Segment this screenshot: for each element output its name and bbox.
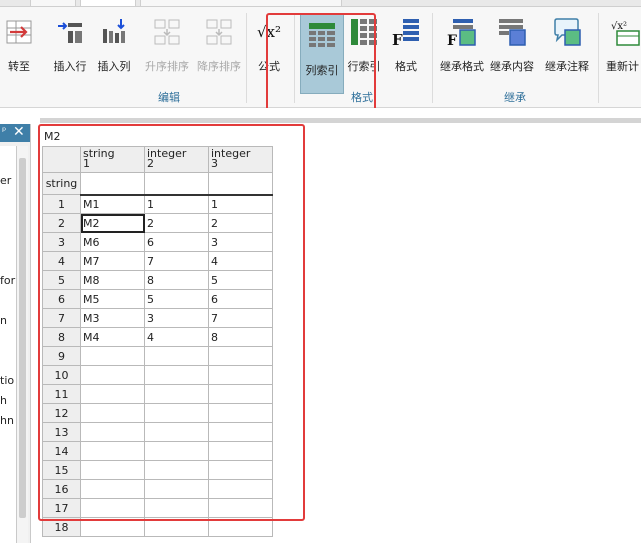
tab-strip (0, 0, 641, 7)
panel-text-fragment: for (0, 274, 16, 287)
left-panel-content: er for n tio h hn (0, 146, 17, 543)
panel-text-fragment: n (0, 314, 7, 327)
format-label: 格式 (395, 60, 417, 73)
tab-partial-1[interactable] (30, 0, 76, 7)
sort-descending-icon (206, 19, 232, 45)
insert-column-icon (103, 19, 125, 43)
group-label-inherit: 继承 (504, 91, 526, 104)
tab-partial-2[interactable] (140, 0, 342, 7)
inherit-content-button[interactable]: 继承内容 (488, 11, 536, 87)
insert-row-button[interactable]: 插入行 (50, 11, 90, 87)
inherit-format-icon: F (447, 19, 476, 47)
close-icon[interactable]: ✕ (13, 124, 25, 140)
svg-text:F: F (447, 33, 457, 47)
insert-column-button[interactable]: 插入列 (94, 11, 134, 87)
ribbon-separator (598, 13, 599, 103)
format-icon: F (392, 19, 419, 47)
goto-label: 转至 (8, 60, 30, 73)
inherit-comment-label: 继承注释 (545, 60, 589, 73)
sort-ascending-label: 升序排序 (145, 60, 189, 73)
insert-row-icon (58, 22, 82, 43)
format-button[interactable]: F 格式 (386, 11, 426, 87)
goto-button[interactable]: 转至 (0, 11, 38, 87)
panel-text-fragment: h (0, 394, 7, 407)
pin-icon[interactable]: ᵖ (2, 126, 6, 137)
panel-text-fragment: er (0, 174, 12, 187)
recalculate-label: 重新计 (606, 60, 639, 73)
scrollbar-thumb[interactable] (19, 158, 26, 518)
svg-text:F: F (392, 31, 403, 47)
highlight-box-grid (38, 124, 305, 521)
ribbon-separator (432, 13, 433, 103)
inherit-content-icon (499, 19, 526, 46)
divider (40, 118, 641, 123)
sort-ascending-icon (154, 19, 180, 45)
left-panel: ᵖ ✕ er for n tio h hn (0, 124, 31, 543)
ribbon-separator (246, 13, 247, 103)
group-label-edit: 编辑 (158, 91, 180, 104)
tab-partial-active[interactable] (80, 0, 136, 7)
sort-descending-label: 降序排序 (197, 60, 241, 73)
insert-row-label: 插入行 (53, 60, 87, 73)
inherit-content-label: 继承内容 (490, 60, 534, 73)
inherit-format-button[interactable]: F 继承格式 (438, 11, 486, 87)
sort-descending-button[interactable]: 降序排序 (194, 11, 244, 87)
ribbon: 转至 插入行 插入列 升序排序 降序排序 √x² 公式 列索引 行索引 F 格式… (0, 7, 641, 111)
left-panel-header: ᵖ ✕ (0, 124, 30, 142)
panel-text-fragment: tio (0, 374, 15, 387)
recalculate-icon: √x² (611, 21, 640, 46)
inherit-comment-button[interactable]: 继承注释 (542, 11, 592, 87)
insert-column-label: 插入列 (97, 60, 131, 73)
recalculate-button[interactable]: √x² 重新计 (604, 11, 641, 87)
goto-icon (6, 20, 32, 44)
ribbon-bottom-band (0, 108, 641, 124)
panel-text-fragment: hn (0, 414, 14, 427)
sheet-area: M2 string 1 integer 2 integer 3 string 1 M1 1… (38, 124, 641, 543)
sort-ascending-button[interactable]: 升序排序 (140, 11, 194, 87)
inherit-comment-icon (554, 18, 581, 46)
inherit-format-label: 继承格式 (440, 60, 484, 73)
highlight-box-format-group (266, 13, 376, 111)
